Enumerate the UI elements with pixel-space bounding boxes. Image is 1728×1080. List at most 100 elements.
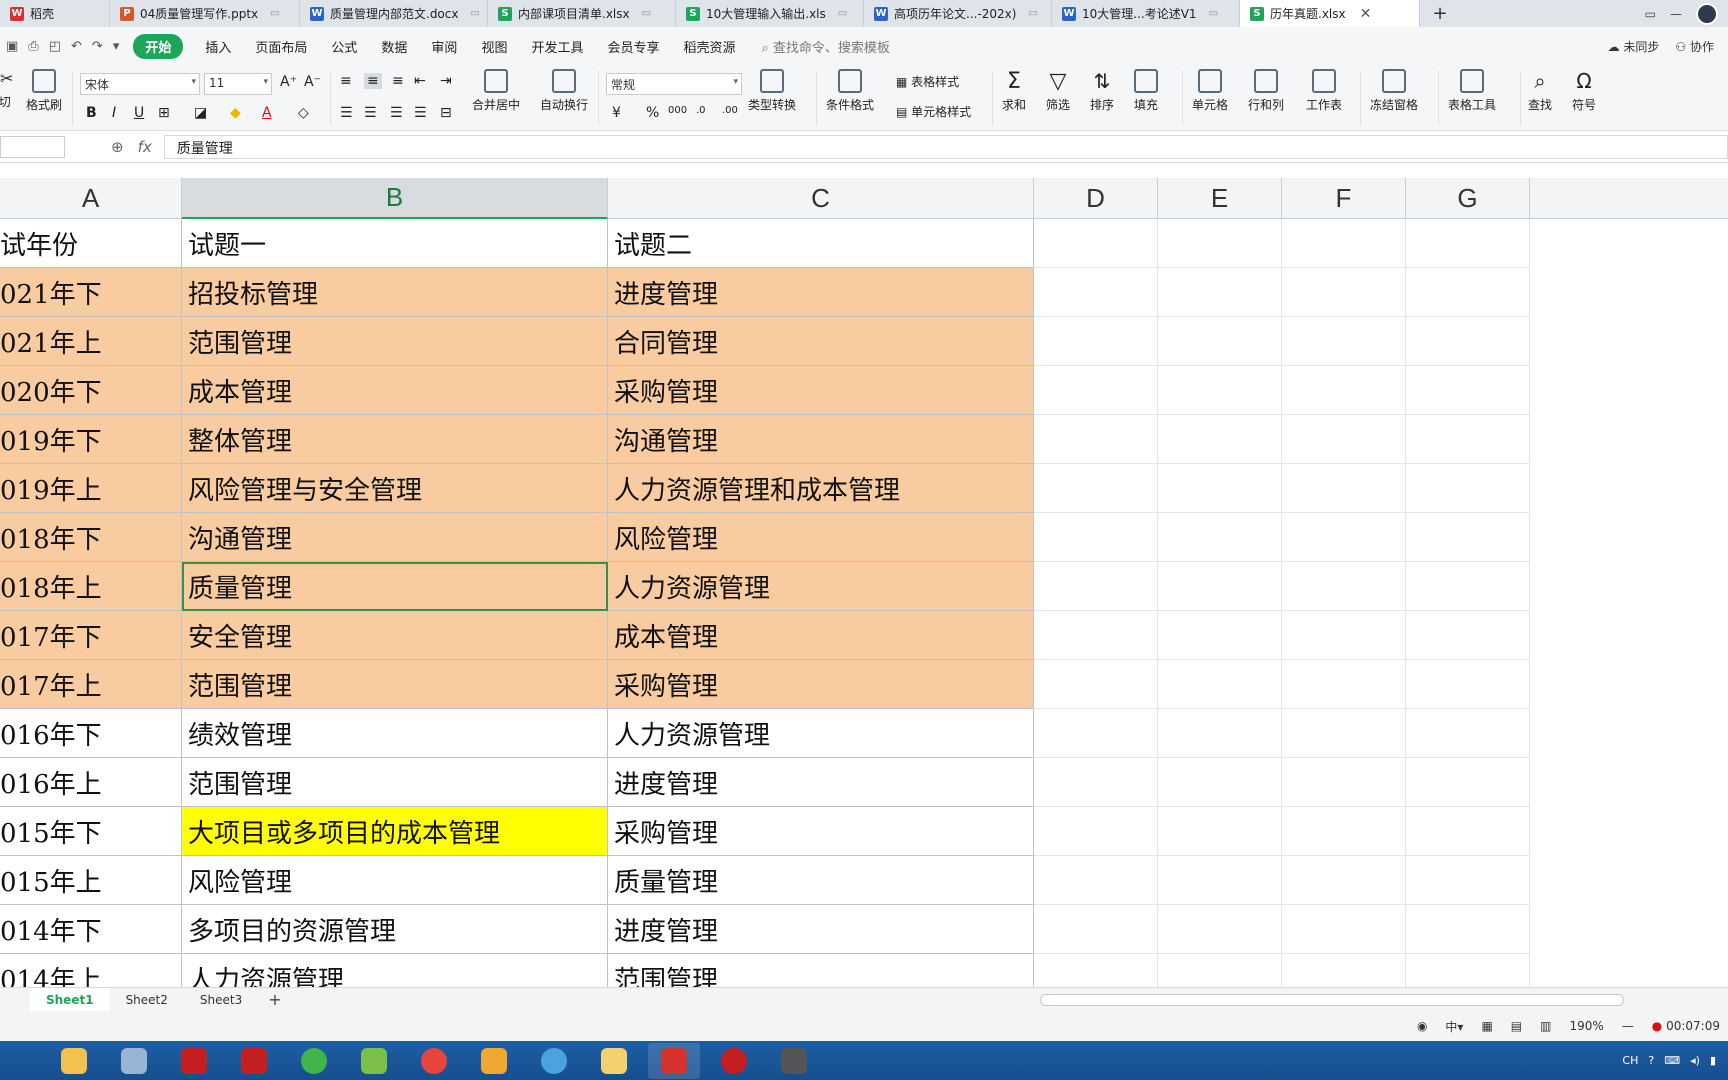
taskbar-app[interactable] <box>528 1043 580 1079</box>
empty-cell[interactable] <box>1282 954 1406 987</box>
sort-button[interactable]: ⇅ 排序 <box>1090 69 1114 113</box>
empty-cell[interactable] <box>1034 856 1158 905</box>
cell-c[interactable]: 采购管理 <box>608 807 1034 856</box>
tab-pin-icon[interactable]: ▭ <box>1028 8 1037 19</box>
cell-b[interactable]: 大项目或多项目的成本管理 <box>182 807 608 856</box>
empty-cell[interactable] <box>1406 807 1530 856</box>
cell-a[interactable]: 017年下 <box>0 611 182 660</box>
empty-cell[interactable] <box>1406 464 1530 513</box>
tab-pin-icon[interactable]: ▭ <box>270 8 279 19</box>
empty-cell[interactable] <box>1282 268 1406 317</box>
column-header-d[interactable]: D <box>1034 178 1158 219</box>
horizontal-scrollbar[interactable] <box>1040 994 1624 1006</box>
wrap-text-button[interactable]: 自动换行 <box>540 69 588 113</box>
cloud-sync-button[interactable]: ☁ 未同步 <box>1608 38 1660 55</box>
empty-cell[interactable] <box>1282 513 1406 562</box>
user-avatar[interactable] <box>1696 2 1718 25</box>
document-tab[interactable]: W 质量管理内部范文.docx ▭ <box>300 0 488 27</box>
empty-cell[interactable] <box>1034 611 1158 660</box>
empty-cell[interactable] <box>1282 905 1406 954</box>
align-middle-icon[interactable]: ≡ <box>364 73 382 89</box>
table-style-button[interactable]: ▦ 表格样式 <box>896 73 959 90</box>
cell-a[interactable]: 016年上 <box>0 758 182 807</box>
document-tab[interactable]: S 内部课项目清单.xlsx ▭ <box>488 0 676 27</box>
menu-item[interactable]: 稻壳资源 <box>671 37 747 56</box>
cell-a[interactable]: 试年份 <box>0 219 182 268</box>
justify-icon[interactable]: ☰ <box>414 105 427 121</box>
symbol-button[interactable]: Ω 符号 <box>1572 69 1596 113</box>
document-tab[interactable]: W 高项历年论文...-202x) ▭ <box>864 0 1052 27</box>
column-header-e[interactable]: E <box>1158 178 1282 219</box>
column-header-c[interactable]: C <box>608 178 1034 219</box>
cell-c[interactable]: 成本管理 <box>608 611 1034 660</box>
taskbar-files[interactable] <box>588 1043 640 1079</box>
empty-cell[interactable] <box>1406 562 1530 611</box>
empty-cell[interactable] <box>1282 415 1406 464</box>
align-left-icon[interactable]: ☰ <box>340 105 353 121</box>
empty-cell[interactable] <box>1158 268 1282 317</box>
empty-cell[interactable] <box>1034 268 1158 317</box>
cell-a[interactable]: 014年下 <box>0 905 182 954</box>
taskbar-lesson[interactable] <box>768 1043 820 1079</box>
empty-cell[interactable] <box>1282 464 1406 513</box>
decrease-decimal-icon[interactable]: .00 <box>722 105 738 116</box>
empty-cell[interactable] <box>1282 709 1406 758</box>
empty-cell[interactable] <box>1034 562 1158 611</box>
menu-item[interactable]: 视图 <box>469 37 519 56</box>
empty-cell[interactable] <box>1158 954 1282 987</box>
empty-cell[interactable] <box>1282 317 1406 366</box>
zoom-formula-icon[interactable]: ⊕ <box>111 138 124 156</box>
table-tools-button[interactable]: 表格工具 <box>1448 69 1496 113</box>
help-icon[interactable]: ? <box>1648 1054 1654 1067</box>
empty-cell[interactable] <box>1406 660 1530 709</box>
empty-cell[interactable] <box>1282 611 1406 660</box>
empty-cell[interactable] <box>1282 562 1406 611</box>
format-painter-button[interactable]: 格式刷 <box>26 69 62 113</box>
cell-a[interactable]: 018年上 <box>0 562 182 611</box>
cell-c[interactable]: 质量管理 <box>608 856 1034 905</box>
empty-cell[interactable] <box>1158 513 1282 562</box>
normal-view-icon[interactable]: ▦ <box>1481 1019 1492 1033</box>
cell-c[interactable]: 人力资源管理 <box>608 709 1034 758</box>
empty-cell[interactable] <box>1282 660 1406 709</box>
command-search[interactable]: ⌕ 查找命令、搜索模板 <box>762 37 890 56</box>
empty-cell[interactable] <box>1034 709 1158 758</box>
empty-cell[interactable] <box>1158 415 1282 464</box>
cell-c[interactable]: 人力资源管理和成本管理 <box>608 464 1034 513</box>
empty-cell[interactable] <box>1282 366 1406 415</box>
fill-color-icon[interactable]: ◪ <box>194 105 207 121</box>
empty-cell[interactable] <box>1034 758 1158 807</box>
cell-a[interactable]: 018年下 <box>0 513 182 562</box>
customize-chevron-icon[interactable]: ▾ <box>113 39 120 54</box>
cell-b[interactable]: 风险管理 <box>182 856 608 905</box>
empty-cell[interactable] <box>1158 905 1282 954</box>
empty-cell[interactable] <box>1406 268 1530 317</box>
undo-icon[interactable]: ↶ <box>71 39 82 54</box>
cell-b[interactable]: 范围管理 <box>182 758 608 807</box>
align-bottom-icon[interactable]: ≡ <box>392 73 404 89</box>
cell-b[interactable]: 安全管理 <box>182 611 608 660</box>
indent-increase-icon[interactable]: ⇥ <box>440 73 452 89</box>
cell-c[interactable]: 风险管理 <box>608 513 1034 562</box>
cell-b[interactable]: 多项目的资源管理 <box>182 905 608 954</box>
page-layout-icon[interactable]: ▤ <box>1511 1019 1522 1033</box>
sheet-tab[interactable]: Sheet1 <box>30 987 110 1012</box>
cell-a[interactable]: 014年上 <box>0 954 182 987</box>
add-sheet-button[interactable]: + <box>258 990 291 1009</box>
tab-pin-icon[interactable]: ▭ <box>838 8 847 19</box>
empty-cell[interactable] <box>1034 219 1158 268</box>
close-tab-icon[interactable]: ✕ <box>1360 6 1372 22</box>
zoom-out-icon[interactable]: — <box>1622 1019 1634 1033</box>
distribute-icon[interactable]: ⊟ <box>440 105 452 121</box>
empty-cell[interactable] <box>1034 954 1158 987</box>
formula-input[interactable]: 质量管理 <box>163 134 1728 159</box>
find-button[interactable]: ⌕ 查找 <box>1528 69 1552 113</box>
cell-b[interactable]: 沟通管理 <box>182 513 608 562</box>
decrease-font-icon[interactable]: A⁻ <box>304 74 321 90</box>
align-right-icon[interactable]: ☰ <box>390 105 403 121</box>
empty-cell[interactable] <box>1282 807 1406 856</box>
conditional-format-button[interactable]: 条件格式 <box>826 69 874 113</box>
empty-cell[interactable] <box>1158 219 1282 268</box>
cell-a[interactable]: 021年上 <box>0 317 182 366</box>
empty-cell[interactable] <box>1406 366 1530 415</box>
